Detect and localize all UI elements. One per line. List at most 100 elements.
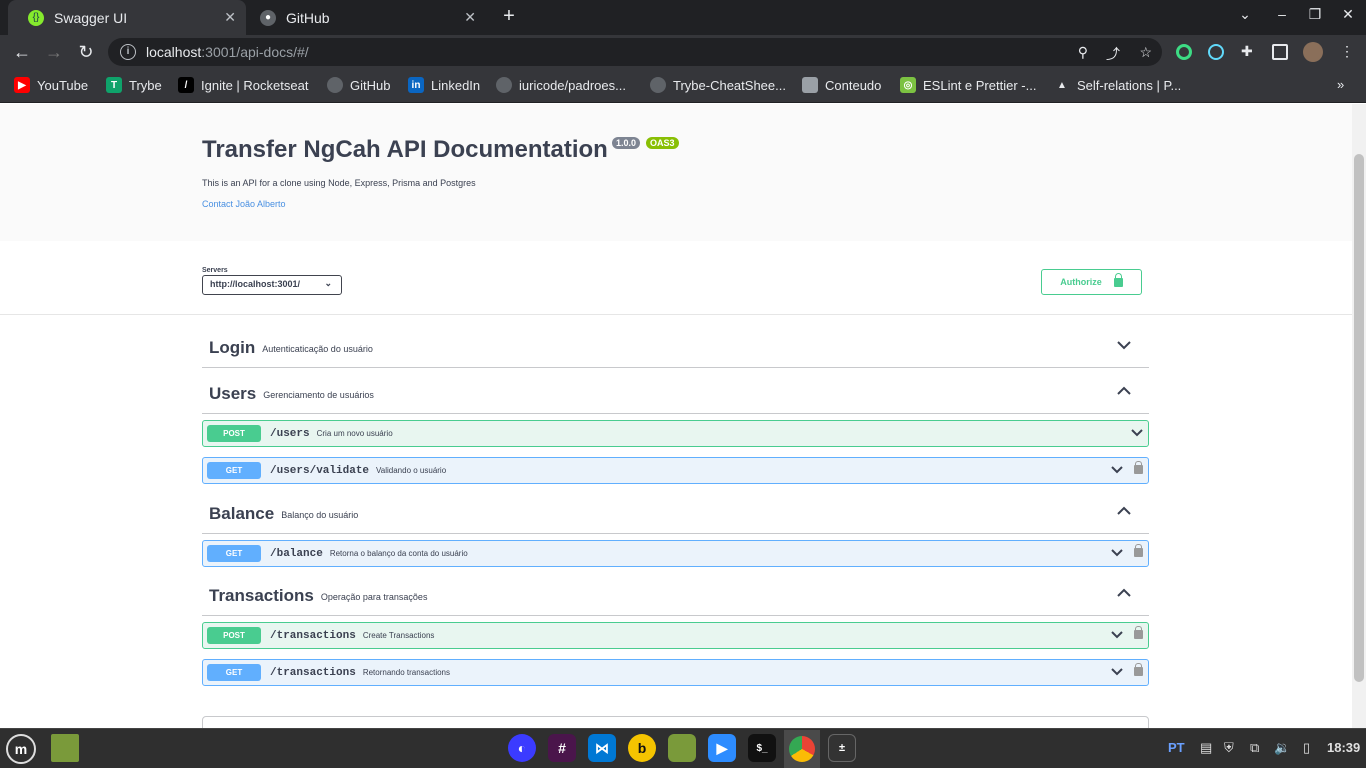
new-tab-icon[interactable]: + [497,5,521,28]
tag-users[interactable]: Users Gerenciamento de usuários [202,374,1149,414]
beekeeper-icon[interactable]: b [628,734,656,762]
close-tab-icon[interactable]: ✕ [464,9,476,26]
volume-icon[interactable]: 🔉 [1274,740,1290,756]
lock-icon[interactable] [1134,626,1143,639]
tab-title: GitHub [286,9,330,26]
bookmark-ignite[interactable]: / Ignite | Rocketseat [178,77,308,93]
url-text[interactable]: localhost:3001/api-docs/#/ [146,44,309,60]
bookmark-github[interactable]: GitHub [327,77,390,93]
network-icon[interactable]: ⧉ [1250,740,1259,756]
servers-section: Servers http://localhost:3001/ ⌄ Authori… [0,241,1352,315]
tab-swagger-ui[interactable]: {} Swagger UI ✕ [8,0,246,35]
version-badge: 1.0.0 [612,137,641,149]
oas-badge: OAS3 [646,137,679,149]
bookmark-youtube[interactable]: ▶ YouTube [14,77,88,93]
firefox-nightly-icon[interactable]: ◐ [508,734,536,762]
bookmark-cheatsheet[interactable]: Trybe-CheatShee... [650,77,786,93]
github-icon [650,77,666,93]
operation-get-balance[interactable]: GET /balance Retorna o balanço da conta … [202,540,1149,567]
tag-balance[interactable]: Balance Balanço do usuário [202,494,1149,534]
bookmark-star-icon[interactable]: ☆ [1139,44,1152,61]
chevron-down-icon [1111,466,1123,474]
github-icon [327,77,343,93]
servers-selected: http://localhost:3001/ [210,279,301,289]
eslint-icon: ◎ [900,77,916,93]
schemas-section[interactable] [202,716,1149,728]
more-bookmarks-icon[interactable]: » [1337,77,1344,92]
tag-transactions[interactable]: Transactions Operação para transações [202,576,1149,616]
swagger-page: Transfer NgCah API Documentation 1.0.0 O… [0,104,1352,728]
swagger-icon: {} [28,9,44,26]
page-scrollbar[interactable] [1352,104,1366,728]
show-desktop-icon[interactable] [51,734,79,762]
linkedin-icon: in [408,77,424,93]
contact-link[interactable]: Contact João Alberto [202,199,286,209]
chevron-down-icon [1111,549,1123,557]
github-icon: ● [260,9,276,26]
youtube-icon: ▶ [14,77,30,93]
chevron-up-icon [1117,386,1131,395]
bookmarks-bar: ▶ YouTube T Trybe / Ignite | Rocketseat Git… [0,69,1366,103]
clipboard-icon[interactable]: ▤ [1200,740,1212,756]
lock-open-icon [1113,272,1123,287]
scrollbar-thumb[interactable] [1354,154,1364,682]
extensions-puzzle-icon[interactable]: ✚ [1241,43,1253,60]
api-info: Transfer NgCah API Documentation 1.0.0 O… [0,104,1352,241]
address-bar[interactable]: i localhost:3001/api-docs/#/ ⚲ ⤴ ☆ [108,38,1162,66]
shield-icon[interactable]: ⛨ [1224,740,1234,756]
authorize-button[interactable]: Authorize [1041,269,1142,295]
bookmark-eslint[interactable]: ◎ ESLint e Prettier -... [900,77,1036,93]
reload-icon[interactable]: ↻ [74,40,98,64]
zoom-app-icon[interactable]: ▶ [708,734,736,762]
bookmark-trybe[interactable]: T Trybe [106,77,162,93]
back-icon[interactable]: ← [10,40,34,64]
avatar[interactable] [1303,42,1323,62]
battery-icon[interactable]: ▯ [1303,740,1310,756]
operation-post-transactions[interactable]: POST /transactions Create Transactions [202,622,1149,649]
tab-strip: {} Swagger UI ✕ ● GitHub ✕ + ⌄ – ❐ ✕ [0,0,1366,35]
forward-icon[interactable]: → [42,40,66,64]
keyboard-layout[interactable]: PT [1168,740,1185,755]
servers-label: Servers [202,267,228,274]
chrome-active-icon[interactable] [784,730,820,768]
chevron-down-icon [1117,341,1131,350]
calculator-icon[interactable]: ± [828,734,856,762]
tab-search-icon[interactable]: ⌄ [1233,6,1257,23]
menu-kebab-icon[interactable]: ⋮ [1340,43,1354,60]
operation-post-users[interactable]: POST /users Cria um novo usuário [202,420,1149,447]
operation-get-users-validate[interactable]: GET /users/validate Validando o usuário [202,457,1149,484]
minimize-icon[interactable]: – [1270,6,1294,22]
files-icon[interactable] [668,734,696,762]
close-window-icon[interactable]: ✕ [1336,6,1360,23]
share-icon[interactable]: ⤴ [1106,44,1120,64]
close-tab-icon[interactable]: ✕ [224,9,236,26]
side-panel-icon[interactable] [1272,44,1288,60]
github-icon [496,77,512,93]
tag-login[interactable]: Login Autenticaticação do usuário [202,328,1149,368]
bookmark-folder-conteudo[interactable]: Conteudo [802,77,881,93]
clock[interactable]: 18:39 [1327,740,1360,755]
site-info-icon[interactable]: i [120,44,136,60]
lock-icon[interactable] [1134,544,1143,557]
terminal-icon[interactable]: $_ [748,734,776,762]
api-description: This is an API for a clone using Node, E… [202,178,476,188]
chevron-down-icon: ⌄ [324,278,332,288]
zoom-icon[interactable]: ⚲ [1078,44,1088,61]
bookmark-self-relations[interactable]: ▲ Self-relations | P... [1054,77,1181,93]
lock-icon[interactable] [1134,663,1143,676]
lock-icon[interactable] [1134,461,1143,474]
maximize-icon[interactable]: ❐ [1303,6,1327,23]
browser-toolbar: ← → ↻ i localhost:3001/api-docs/#/ ⚲ ⤴ ☆… [0,35,1366,69]
api-title: Transfer NgCah API Documentation [202,136,608,163]
slack-icon[interactable]: # [548,734,576,762]
chevron-down-icon [1131,429,1143,437]
bookmark-linkedin[interactable]: in LinkedIn [408,77,480,93]
servers-select[interactable]: http://localhost:3001/ ⌄ [202,275,342,295]
tab-github[interactable]: ● GitHub ✕ [248,0,486,35]
vscode-icon[interactable]: ⋈ [588,734,616,762]
operation-get-transactions[interactable]: GET /transactions Retornando transaction… [202,659,1149,686]
mint-menu-icon[interactable]: m [6,734,36,764]
extension-icon[interactable] [1176,44,1192,60]
react-devtools-icon[interactable] [1208,44,1224,60]
bookmark-padroes[interactable]: iuricode/padroes... [496,77,626,93]
